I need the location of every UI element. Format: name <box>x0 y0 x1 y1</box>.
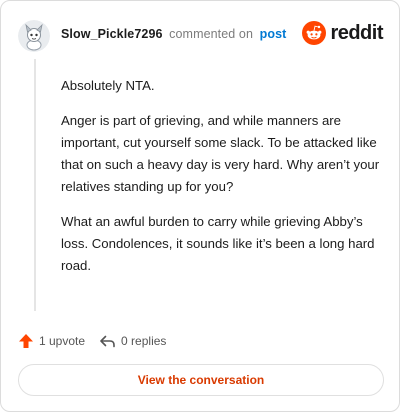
replies-button[interactable]: 0 replies <box>99 333 166 349</box>
comment-body: Absolutely NTA. Anger is part of grievin… <box>61 75 383 290</box>
upvote-arrow-icon <box>19 334 33 348</box>
reddit-wordmark: reddit <box>330 21 383 44</box>
upvote-count: 1 upvote <box>39 334 86 348</box>
comment-header: Slow_Pickle7296 commented on post reddit <box>18 16 383 52</box>
author-username[interactable]: Slow_Pickle7296 <box>61 27 163 41</box>
comment-actions: 1 upvote 0 replies <box>18 331 166 351</box>
comment-embed-card: Slow_Pickle7296 commented on post reddit… <box>0 0 400 412</box>
reply-count: 0 replies <box>121 334 167 348</box>
upvote-button[interactable]: 1 upvote <box>18 333 85 349</box>
comment-action-text: commented on <box>169 27 254 41</box>
reddit-brand[interactable]: reddit <box>302 21 383 45</box>
comment-paragraph: What an awful burden to carry while grie… <box>61 214 375 273</box>
user-avatar[interactable] <box>18 20 50 52</box>
thread-line <box>34 59 36 311</box>
comment-paragraph: Absolutely NTA. <box>61 78 155 93</box>
post-link[interactable]: post <box>260 27 287 41</box>
reply-arrow-icon <box>100 335 115 348</box>
comment-paragraph: Anger is part of grieving, and while man… <box>61 113 380 194</box>
view-conversation-button[interactable]: View the conversation <box>18 364 384 396</box>
reddit-logo-icon <box>302 21 327 45</box>
comment-byline: Slow_Pickle7296 commented on post <box>61 27 286 41</box>
